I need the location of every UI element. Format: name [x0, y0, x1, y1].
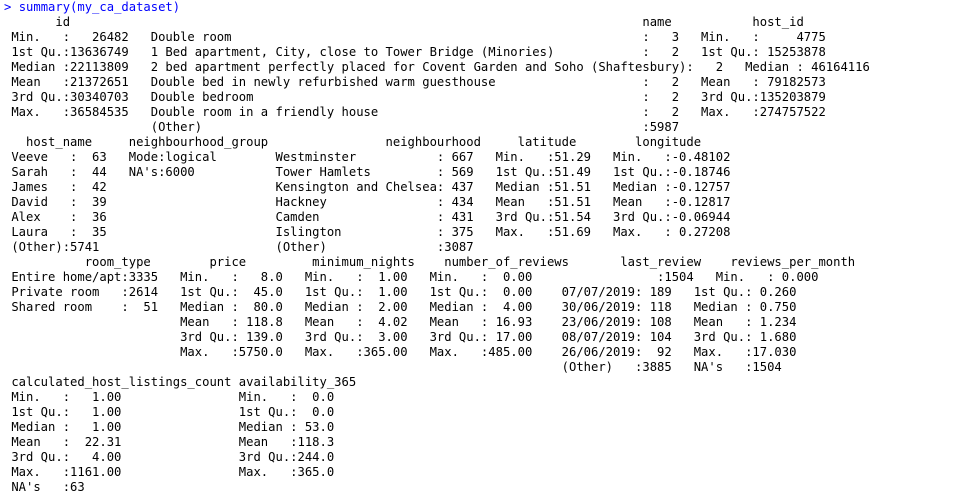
output-line: NA's :63 — [4, 480, 357, 492]
output-line: Shared room : 51 Median : 80.0 Median : … — [4, 300, 819, 314]
output-line: room_type price minimum_nights number_of… — [4, 255, 856, 269]
output-line: Median : 1.00 Median : 53.0 — [4, 420, 357, 434]
output-line: 3rd Qu.: 139.0 3rd Qu.: 3.00 3rd Qu.: 17… — [4, 330, 819, 344]
output-line: Min. : 1.00 Min. : 0.0 — [4, 390, 357, 404]
output-line: Veeve : 63 Mode:logical Westminster : 66… — [4, 150, 746, 164]
output-line: host_name neighbourhood_group neighbourh… — [4, 135, 753, 149]
output-line: Mean : 22.31 Mean :118.3 — [4, 435, 357, 449]
output-line: 1st Qu.:13636749 1 Bed apartment, City, … — [4, 45, 841, 59]
summary-output: id name host_id Min. : 26482 Double room — [4, 15, 961, 492]
output-line: Alex : 36 Camden : 431 3rd Qu.:51.54 3rd… — [4, 210, 746, 224]
output-line: 3rd Qu.:30340703 Double bedroom : 2 3rd … — [4, 90, 841, 104]
output-line: Sarah : 44 NA's:6000 Tower Hamlets : 569… — [4, 165, 746, 179]
output-line: id name host_id — [4, 15, 856, 29]
command-text: summary(my_ca_dataset) — [18, 0, 181, 14]
output-line: Laura : 35 Islington : 375 Max. :51.69 M… — [4, 225, 746, 239]
output-line: Mean :21372651 Double bed in newly refur… — [4, 75, 841, 89]
output-line: Entire home/apt:3335 Min. : 8.0 Min. : 1… — [4, 270, 841, 284]
output-line: David : 39 Hackney : 434 Mean :51.51 Mea… — [4, 195, 746, 209]
output-line: 3rd Qu.: 4.00 3rd Qu.:244.0 — [4, 450, 357, 464]
output-line: Max. :36584535 Double room in a friendly… — [4, 105, 841, 119]
output-line: Max. :1161.00 Max. :365.0 — [4, 465, 357, 479]
output-line: Max. :5750.0 Max. :365.00 Max. :485.00 2… — [4, 345, 819, 359]
output-line: (Other):5741 (Other) :3087 — [4, 240, 746, 254]
output-line: James : 42 Kensington and Chelsea: 437 M… — [4, 180, 746, 194]
output-line: calculated_host_listings_count availabil… — [4, 375, 357, 389]
output-line: Min. : 26482 Double room : 3 Min. : 4775 — [4, 30, 841, 44]
command-line: > summary(my_ca_dataset) — [4, 0, 961, 15]
r-console[interactable]: > summary(my_ca_dataset) id name host_id… — [0, 0, 961, 492]
output-line: (Other) :3885 NA's :1504 — [4, 360, 819, 374]
prompt-symbol: > — [4, 0, 19, 14]
output-line: (Other) :5987 — [4, 120, 841, 134]
output-line: Private room :2614 1st Qu.: 45.0 1st Qu.… — [4, 285, 819, 299]
output-line: Median :22113809 2 bed apartment perfect… — [4, 60, 885, 74]
output-line: 1st Qu.: 1.00 1st Qu.: 0.0 — [4, 405, 357, 419]
output-line: Mean : 118.8 Mean : 4.02 Mean : 16.93 23… — [4, 315, 819, 329]
